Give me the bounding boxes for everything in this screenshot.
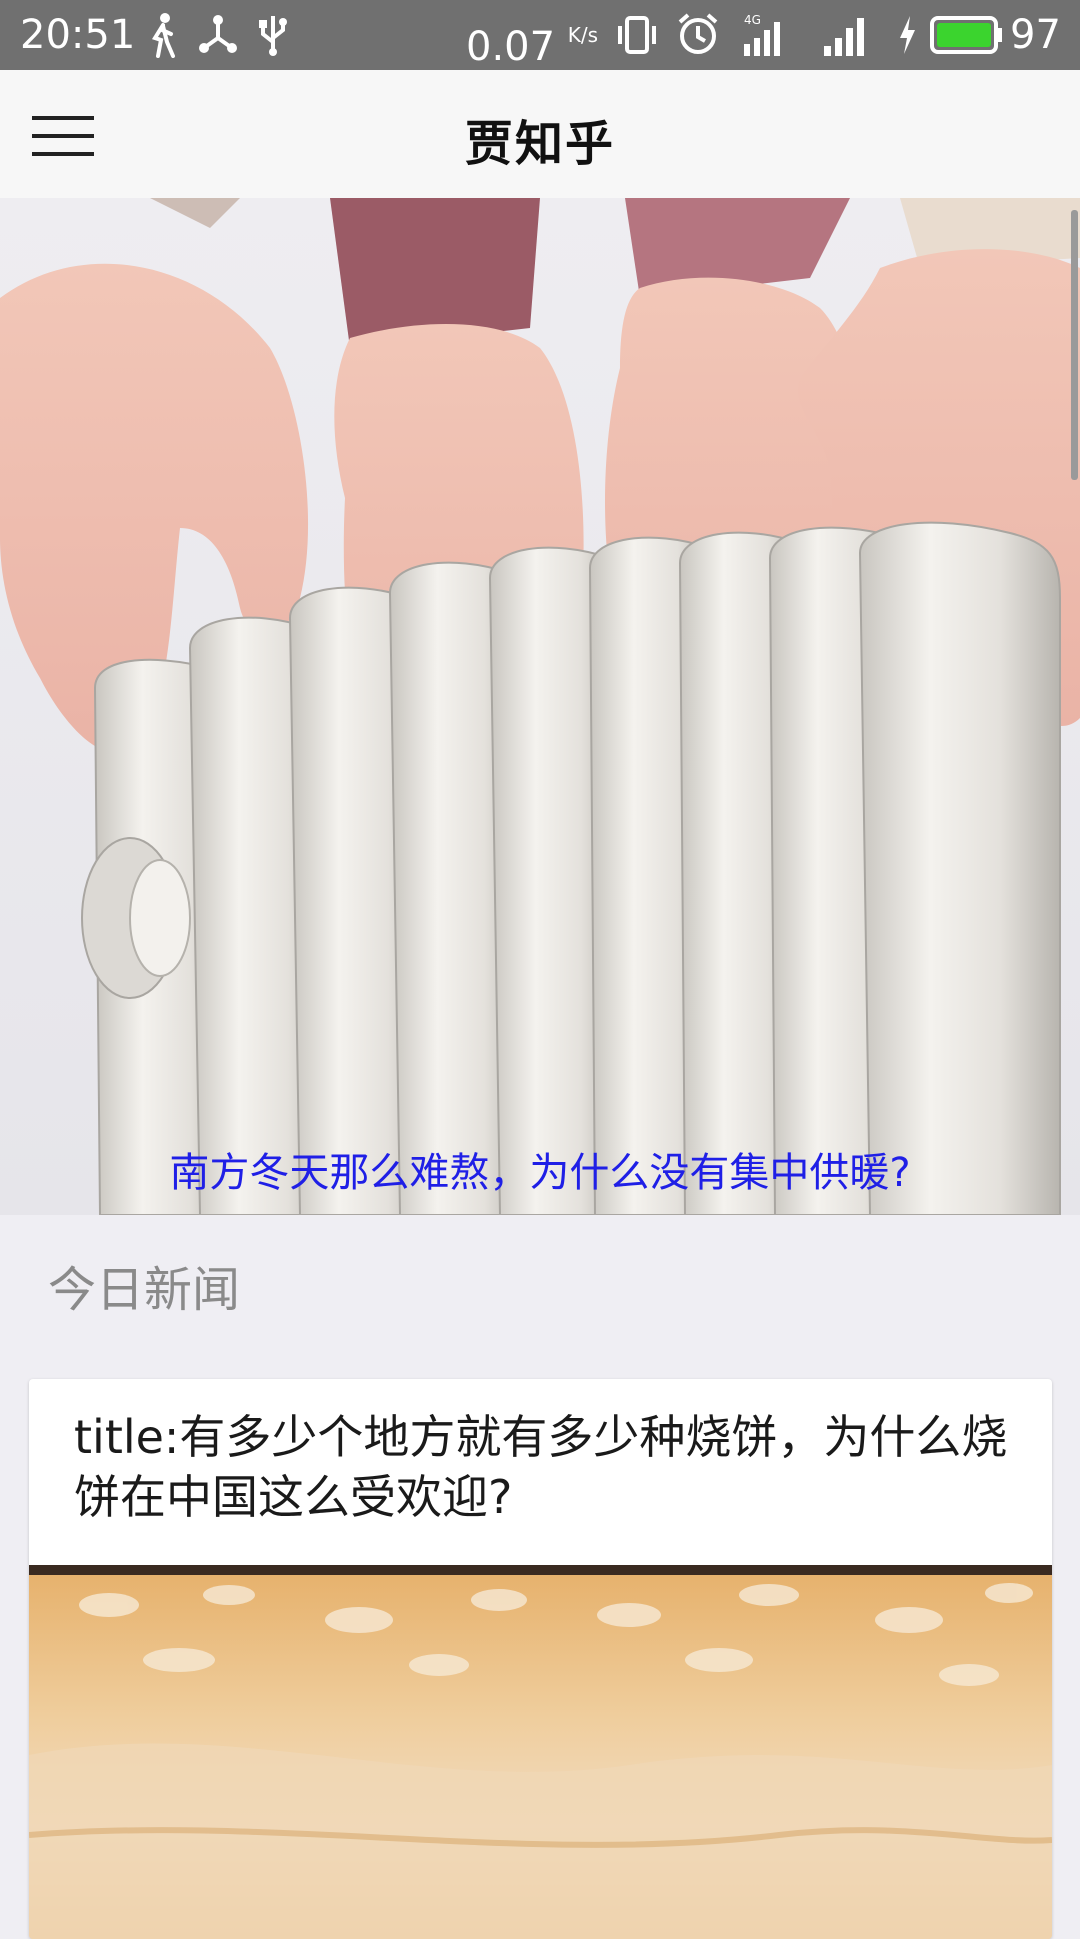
usb-icon [259, 16, 287, 56]
network-speed: 0.07 K/s [466, 23, 599, 70]
section-title: 今日新闻 [48, 1262, 241, 1318]
signal-icon [824, 18, 864, 56]
top-story-banner[interactable]: 南方冬天那么难熬，为什么没有集中供暖? [0, 198, 1080, 1215]
banner-caption: 南方冬天那么难熬，为什么没有集中供暖? [169, 1150, 911, 1196]
vibrate-icon [618, 16, 656, 54]
news-card-image [29, 1565, 1052, 1939]
app-title: 贾知乎 [464, 116, 615, 172]
svg-text:4G: 4G [744, 13, 761, 27]
shaobing-flatbread-photo [29, 1565, 1052, 1939]
status-time: 20:51 [20, 12, 136, 58]
battery-percent: 97 [1010, 12, 1061, 58]
alarm-icon [678, 13, 718, 54]
walking-icon [151, 13, 175, 58]
app-toolbar: 贾知乎 [0, 70, 1080, 199]
charging-icon [900, 16, 915, 54]
news-card[interactable]: title:有多少个地方就有多少种烧饼，为什么烧饼在中国这么受欢迎? [29, 1379, 1052, 1939]
status-bar: 20:51 0.07 K/s 4G 97 [0, 0, 1080, 70]
hands-warming-over-radiator-photo [0, 198, 1080, 1215]
signal-4g-icon: 4G [744, 13, 780, 56]
scrollbar-thumb[interactable] [1071, 210, 1078, 480]
share-icon [199, 15, 237, 53]
battery-icon [930, 16, 1002, 54]
news-card-title: title:有多少个地方就有多少种烧饼，为什么烧饼在中国这么受欢迎? [74, 1410, 1008, 1524]
